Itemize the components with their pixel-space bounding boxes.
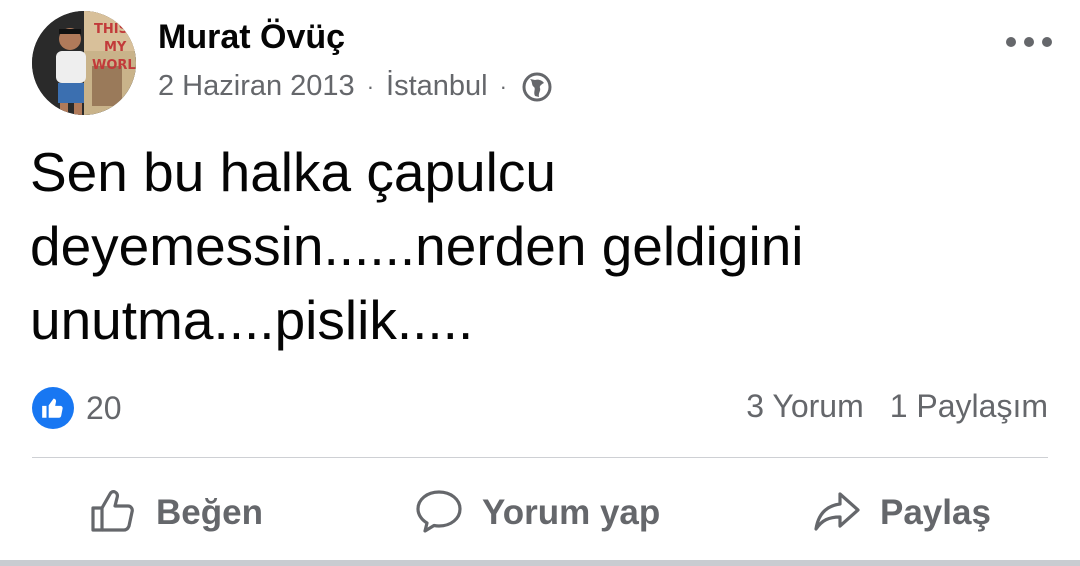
engagement-stats: 3 Yorum 1 Paylaşım bbox=[746, 388, 1048, 425]
share-count-link[interactable]: 1 Paylaşım bbox=[890, 388, 1048, 425]
more-options-icon[interactable] bbox=[1006, 34, 1052, 50]
post-meta: 2 Haziran 2013 · İstanbul · bbox=[158, 70, 553, 103]
meta-separator: · bbox=[499, 73, 507, 99]
post-text-line: Sen bu halka çapulcu bbox=[30, 141, 556, 203]
post-card: THIS MY WORLD Murat Övüç 2 Haziran 2013 … bbox=[0, 0, 1080, 566]
avatar-sign-line-2: MY bbox=[104, 40, 127, 55]
action-bar: Beğen Yorum yap Paylaş bbox=[0, 478, 1080, 548]
share-icon bbox=[812, 486, 862, 541]
reactions-summary[interactable]: 20 bbox=[32, 387, 122, 429]
feed-separator bbox=[0, 560, 1080, 566]
thumbs-up-icon bbox=[88, 486, 138, 541]
divider bbox=[32, 457, 1048, 458]
post-text: Sen bu halka çapulcu deyemessin......ner… bbox=[30, 135, 1030, 357]
post-text-line: deyemessin......nerden geldigini bbox=[30, 215, 804, 277]
meta-separator: · bbox=[366, 73, 375, 99]
avatar-sign-line-1: THIS bbox=[94, 22, 128, 37]
avatar-sign-line-3: WORLD bbox=[92, 58, 136, 73]
avatar-image: THIS MY WORLD bbox=[32, 11, 136, 115]
like-reaction-icon bbox=[32, 387, 74, 429]
comment-button-label: Yorum yap bbox=[482, 493, 661, 532]
post-date[interactable]: 2 Haziran 2013 bbox=[158, 70, 355, 103]
like-button-label: Beğen bbox=[156, 493, 263, 532]
post-location[interactable]: İstanbul bbox=[386, 70, 488, 103]
post-text-line: unutma....pislik..... bbox=[30, 289, 474, 351]
author-name[interactable]: Murat Övüç bbox=[158, 18, 345, 57]
comment-button[interactable]: Yorum yap bbox=[414, 478, 660, 548]
share-button[interactable]: Paylaş bbox=[812, 478, 991, 548]
comment-count-link[interactable]: 3 Yorum bbox=[746, 388, 863, 425]
avatar[interactable]: THIS MY WORLD bbox=[32, 11, 136, 115]
comment-icon bbox=[414, 486, 464, 541]
share-button-label: Paylaş bbox=[880, 493, 991, 532]
like-button[interactable]: Beğen bbox=[88, 478, 263, 548]
globe-icon bbox=[521, 71, 553, 103]
reaction-count: 20 bbox=[86, 389, 122, 426]
